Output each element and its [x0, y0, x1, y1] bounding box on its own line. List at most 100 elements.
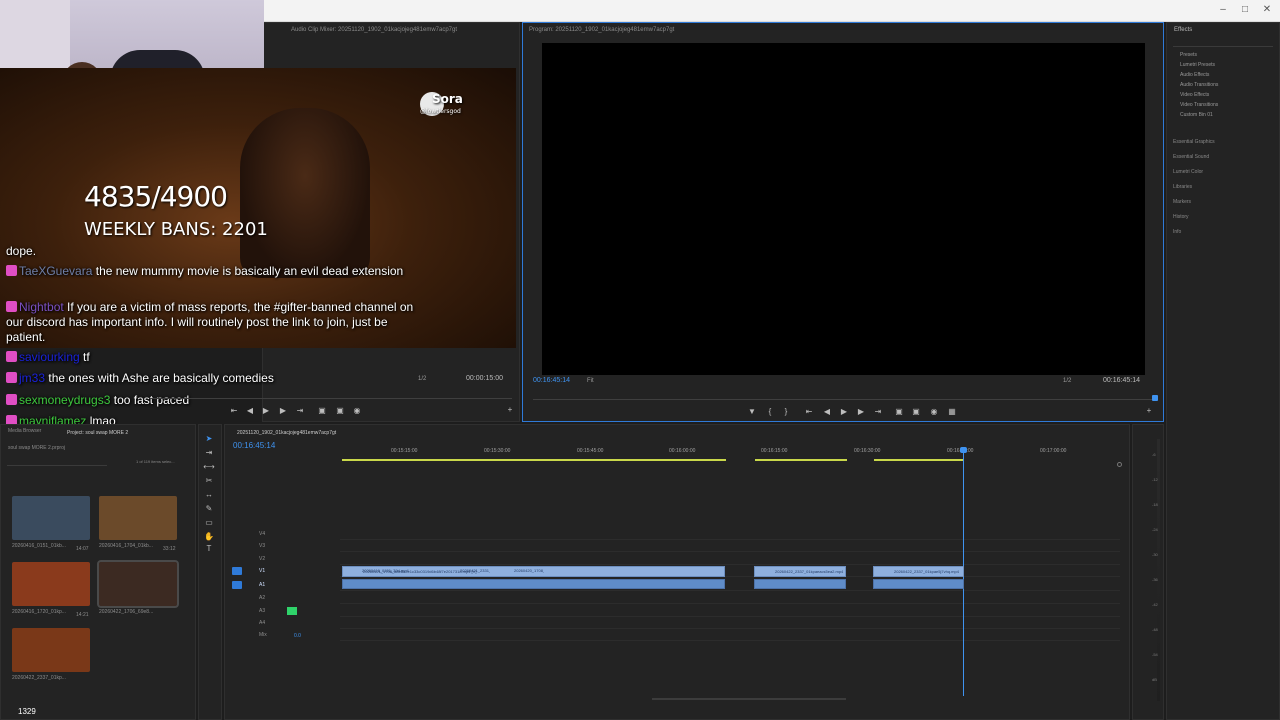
track-header-v2[interactable]: V2 [259, 556, 265, 562]
chat-username[interactable]: TaeXGuevara [19, 264, 92, 278]
clip-segment[interactable]: 20260421_2331_... [440, 566, 490, 577]
effects-section-4[interactable]: Markers [1173, 199, 1191, 205]
source-go-to-in-icon[interactable]: ⇤ [228, 406, 240, 415]
track-header-v4[interactable]: V4 [259, 531, 265, 537]
comparison-view-icon[interactable]: ▦ [946, 407, 958, 416]
effects-section-1[interactable]: Essential Sound [1173, 154, 1209, 160]
maximize-icon[interactable]: □ [1234, 1, 1256, 19]
source-go-to-out-icon[interactable]: ⇥ [294, 406, 306, 415]
effects-section-3[interactable]: Libraries [1173, 184, 1192, 190]
track-header-a4[interactable]: A4 [259, 620, 265, 626]
lift-icon[interactable]: ▣ [893, 407, 905, 416]
scroll-top-icon[interactable] [1117, 462, 1122, 467]
chat-username[interactable]: Nightbot [19, 300, 64, 314]
extract-icon[interactable]: ▣ [910, 407, 922, 416]
source-patch-v1[interactable] [232, 567, 242, 575]
clip-segment[interactable]: 20260420_1708_... [494, 566, 544, 577]
export-frame-icon[interactable]: ◉ [928, 407, 940, 416]
source-export-frame-icon[interactable]: ◉ [351, 406, 363, 415]
chat-username[interactable]: saviourking [19, 350, 80, 364]
fit-dropdown[interactable]: Fit [587, 378, 594, 384]
rectangle-tool-icon[interactable]: ▭ [203, 518, 215, 527]
project-search-input[interactable] [7, 458, 107, 466]
bin-thumbnail[interactable] [12, 496, 90, 540]
type-tool-icon[interactable]: T [203, 544, 215, 553]
selection-tool-icon[interactable]: ➤ [203, 434, 215, 443]
effects-folder-3[interactable]: Audio Transitions [1180, 82, 1218, 88]
add-marker-icon[interactable]: ▼ [746, 407, 758, 416]
source-zoom[interactable]: 1/2 [418, 376, 426, 382]
source-step-back-icon[interactable]: ◀ [244, 406, 256, 415]
source-play-icon[interactable]: ▶ [260, 406, 272, 415]
zoom-dropdown[interactable]: 1/2 [1063, 378, 1071, 384]
sequence-tab[interactable]: 20251120_1902_01kacjojeg481emw7acp7gt [237, 430, 336, 436]
razor-tool-icon[interactable]: ✂ [203, 476, 215, 485]
effects-section-2[interactable]: Lumetri Color [1173, 169, 1203, 175]
chat-username[interactable]: sexmoneydrugs3 [19, 393, 110, 407]
ripple-edit-tool-icon[interactable]: ⟷ [203, 462, 215, 471]
effects-folder-1[interactable]: Lumetri Presets [1180, 62, 1215, 68]
track-select-tool-icon[interactable]: ⇥ [203, 448, 215, 457]
effects-search-input[interactable] [1173, 39, 1273, 47]
track-header-v3[interactable]: V3 [259, 543, 265, 549]
project-tab[interactable]: Project: soul swap MORE 2 [67, 430, 128, 436]
source-scrubber[interactable] [150, 398, 512, 399]
track-header-v1[interactable]: V1 [259, 568, 265, 574]
video-clip[interactable]: 20260422_2337_01kpaeacs5ea2.mp4 [754, 566, 846, 577]
audio-clip[interactable] [342, 579, 725, 589]
effects-folder-6[interactable]: Custom Bin 01 [1180, 112, 1213, 118]
effects-folder-2[interactable]: Audio Effects [1180, 72, 1209, 78]
step-forward-icon[interactable]: ▶ [855, 407, 867, 416]
insert-icon[interactable]: ▣ [316, 406, 328, 415]
timeline-zoom-scrollbar[interactable] [652, 698, 846, 700]
minimize-icon[interactable]: – [1212, 1, 1234, 19]
effects-section-0[interactable]: Essential Graphics [1173, 139, 1215, 145]
track-header-mix[interactable]: Mix [259, 632, 267, 638]
close-icon[interactable]: ✕ [1256, 1, 1278, 19]
pen-tool-icon[interactable]: ✎ [203, 504, 215, 513]
hand-tool-icon[interactable]: ✋ [203, 532, 215, 541]
go-to-in-icon[interactable]: ⇤ [803, 407, 815, 416]
effects-section-6[interactable]: Info [1173, 229, 1181, 235]
program-scrubber[interactable] [533, 399, 1157, 400]
bin-thumbnail[interactable] [12, 562, 90, 606]
track-header-a1[interactable]: A1 [259, 582, 265, 588]
source-step-forward-icon[interactable]: ▶ [277, 406, 289, 415]
bin-thumbnail[interactable] [12, 628, 90, 672]
slip-tool-icon[interactable]: ↔ [203, 490, 215, 499]
program-title[interactable]: Program: 20251120_1902_01kacjojeg481emw7… [529, 27, 674, 33]
effects-folder-0[interactable]: Presets [1180, 52, 1197, 58]
source-patch-a1[interactable] [232, 581, 242, 589]
effects-title[interactable]: Effects [1174, 27, 1192, 33]
track-header-a3[interactable]: A3 [259, 608, 265, 614]
program-viewer[interactable] [542, 43, 1145, 375]
solo-button-a3[interactable] [287, 607, 297, 615]
playhead-marker-icon[interactable] [1152, 395, 1158, 401]
audio-clip[interactable] [754, 579, 846, 589]
mark-out-icon[interactable]: } [780, 407, 792, 416]
source-button-editor-icon[interactable]: + [504, 405, 516, 414]
video-clip[interactable]: 20260422_2337_01kpae5j7vhq.mp4 [873, 566, 964, 577]
step-back-icon[interactable]: ◀ [821, 407, 833, 416]
mark-in-icon[interactable]: { [764, 407, 776, 416]
effects-folder-4[interactable]: Video Effects [1180, 92, 1209, 98]
effects-folder-5[interactable]: Video Transitions [1180, 102, 1218, 108]
playhead-handle-icon[interactable] [960, 447, 967, 453]
track-header-a2[interactable]: A2 [259, 595, 265, 601]
overwrite-icon[interactable]: ▣ [334, 406, 346, 415]
timeline-timecode[interactable]: 00:16:45:14 [233, 441, 275, 450]
play-icon[interactable]: ▶ [838, 407, 850, 416]
go-to-out-icon[interactable]: ⇥ [872, 407, 884, 416]
chat-badge-icon [6, 372, 17, 383]
mix-value[interactable]: 0.0 [294, 633, 301, 639]
bin-thumbnail[interactable] [97, 560, 179, 608]
audio-clip[interactable] [873, 579, 964, 589]
bin-thumbnail[interactable] [99, 496, 177, 540]
effects-section-5[interactable]: History [1173, 214, 1189, 220]
media-browser-tab[interactable]: Media Browser [8, 428, 41, 434]
button-editor-icon[interactable]: + [1143, 406, 1155, 415]
chat-username[interactable]: jm33 [19, 371, 45, 385]
program-timecode[interactable]: 00:16:45:14 [533, 377, 570, 384]
audio-mixer-title[interactable]: Audio Clip Mixer: 20251120_1902_01kacjoj… [291, 27, 457, 33]
clip-segment[interactable]: 20260416_0151_39d.mp4 [342, 566, 438, 577]
